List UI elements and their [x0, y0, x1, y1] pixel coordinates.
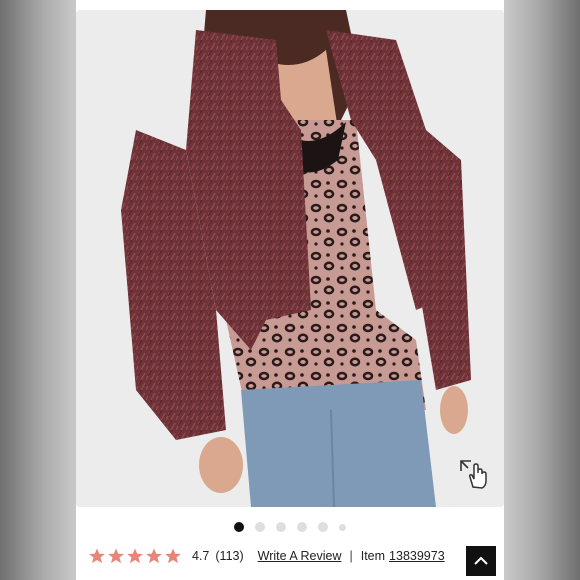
back-to-top-button[interactable]: [466, 546, 496, 576]
star-icon: [89, 548, 105, 564]
chevron-up-icon: [474, 556, 488, 565]
separator: |: [349, 549, 353, 563]
zoom-button[interactable]: [454, 454, 494, 494]
left-blur-frame: [0, 0, 76, 580]
carousel-dot-5[interactable]: [318, 522, 328, 532]
star-icon: [108, 548, 124, 564]
review-count: (113): [215, 549, 244, 563]
carousel-dots: [76, 520, 504, 534]
product-image[interactable]: [76, 10, 504, 507]
hand-expand-icon: [460, 460, 487, 489]
right-blur-frame: [504, 0, 580, 580]
star-icon: [165, 548, 181, 564]
write-review-link[interactable]: Write A Review: [258, 549, 342, 563]
star-rating: [88, 547, 182, 565]
star-icon: [127, 548, 143, 564]
star-icon: [146, 548, 162, 564]
carousel-dot-2[interactable]: [255, 522, 265, 532]
item-label: Item: [360, 549, 386, 563]
carousel-dot-4[interactable]: [297, 522, 307, 532]
carousel-dot-1[interactable]: [234, 522, 244, 532]
item-number: 13839973: [389, 549, 445, 563]
product-meta: 4.7 (113) Write A Review | Item 13839973: [88, 544, 445, 568]
carousel-dot-6[interactable]: [339, 523, 346, 531]
product-photo-illustration: [76, 10, 504, 507]
rating-value: 4.7: [192, 549, 210, 563]
product-screen: 4.7 (113) Write A Review | Item 13839973: [76, 0, 504, 580]
carousel-dot-3[interactable]: [276, 522, 286, 532]
